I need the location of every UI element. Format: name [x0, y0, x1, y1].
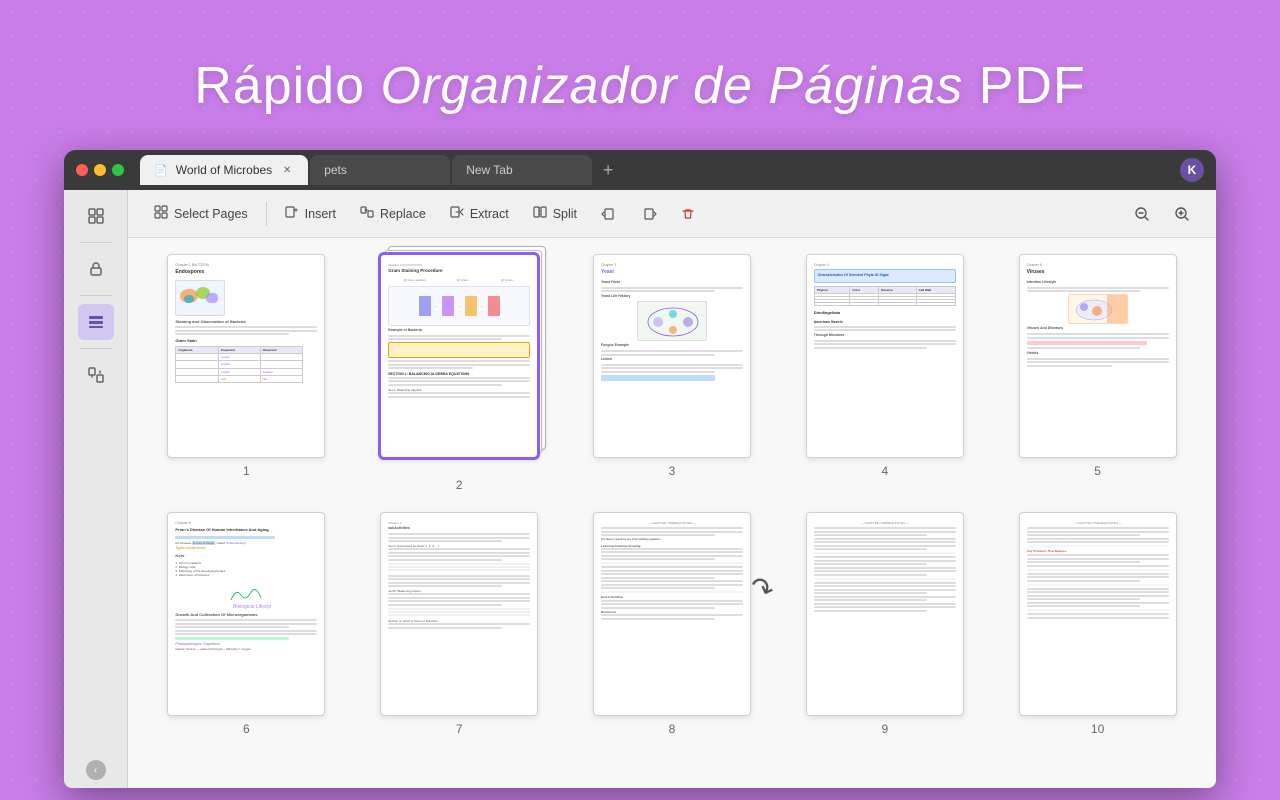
sidebar-icon-lock[interactable] [78, 251, 114, 287]
app-header: Rápido Organizador de Páginas PDF [194, 28, 1086, 134]
tab-label-new: New Tab [466, 163, 512, 177]
select-pages-label: Select Pages [174, 207, 248, 221]
title-em: Organizador de Páginas [380, 57, 963, 115]
page-item-1[interactable]: Chapter 1 BACTERIA Endospores [148, 254, 345, 492]
tab-pets[interactable]: pets [310, 155, 450, 185]
pages-container[interactable]: Chapter 1 BACTERIA Endospores [128, 238, 1216, 788]
page-number-7: 7 [456, 722, 463, 736]
split-button[interactable]: Split [523, 199, 587, 228]
insert-icon [285, 205, 299, 222]
replace-label: Replace [380, 207, 426, 221]
page-number-3: 3 [669, 464, 676, 478]
sidebar-icon-combine[interactable] [78, 357, 114, 393]
rotate-left-button[interactable] [591, 200, 627, 228]
split-label: Split [553, 207, 577, 221]
tab-icon: 📄 [154, 164, 168, 177]
page-item-3[interactable]: Chapter 3 Yeast Yeast Facts Yeast Life H… [574, 254, 771, 492]
extract-label: Extract [470, 207, 509, 221]
browser-tabs: 📄 World of Microbes ✕ pets New Tab + [140, 155, 1172, 185]
extract-button[interactable]: Extract [440, 199, 519, 228]
toolbar: Select Pages Insert [128, 190, 1216, 238]
page-thumb-2[interactable]: Chapter 2 Gram Staining Procedure @ Gram… [380, 254, 538, 458]
user-avatar[interactable]: K [1180, 158, 1204, 182]
page-thumb-9[interactable]: — CHAPTER: PREREQUISITES — [806, 512, 964, 716]
page-thumb-4[interactable]: Chapter 4 Characteristics Of Selected Ph… [806, 254, 964, 458]
page-number-9: 9 [881, 722, 888, 736]
sidebar-divider-2 [80, 295, 112, 296]
tab-label-pets: pets [324, 163, 347, 177]
title-part1: Rápido [194, 57, 365, 115]
split-icon [533, 205, 547, 222]
sidebar-icon-pages[interactable] [78, 198, 114, 234]
page-thumb-6[interactable]: Chapter 6 Prion's Disease Of Human Inher… [167, 512, 325, 716]
traffic-lights [76, 164, 124, 176]
plus-icon: + [603, 160, 614, 181]
tab-new-tab[interactable]: New Tab [452, 155, 592, 185]
page-number-8: 8 [669, 722, 676, 736]
page-thumb-1[interactable]: Chapter 1 BACTERIA Endospores [167, 254, 325, 458]
pages-grid: Chapter 1 BACTERIA Endospores [148, 254, 1196, 736]
title-part2: PDF [979, 57, 1086, 115]
maximize-button[interactable] [112, 164, 124, 176]
page-thumb-5[interactable]: Chapter 5 Viruses Infection Lifestyle [1019, 254, 1177, 458]
new-tab-button[interactable]: + [594, 156, 622, 184]
select-pages-button[interactable]: Select Pages [144, 199, 258, 228]
sidebar-icon-organize[interactable] [78, 304, 114, 340]
page-item-7[interactable]: Chapter 2 subActivities Set A: (expresse… [361, 512, 558, 736]
page-item-5[interactable]: Chapter 5 Viruses Infection Lifestyle [999, 254, 1196, 492]
page-item-9[interactable]: ↷ — CHAPTER: PREREQUISITES — [786, 512, 983, 736]
tab-close-icon[interactable]: ✕ [280, 163, 294, 177]
page-thumb-3[interactable]: Chapter 3 Yeast Yeast Facts Yeast Life H… [593, 254, 751, 458]
page-thumb-8[interactable]: — CHAPTER: PREREQUISITES — The object y … [593, 512, 751, 716]
page-thumb-10[interactable]: — CHAPTER: PREREQUISITES — Any Problems … [1019, 512, 1177, 716]
main-area: Select Pages Insert [128, 190, 1216, 788]
page-item-8[interactable]: — CHAPTER: PREREQUISITES — The object y … [574, 512, 771, 736]
extract-icon [450, 205, 464, 222]
replace-icon [360, 205, 374, 222]
sidebar-divider-1 [80, 242, 112, 243]
page-item-10[interactable]: — CHAPTER: PREREQUISITES — Any Problems … [999, 512, 1196, 736]
tab-world-of-microbes[interactable]: 📄 World of Microbes ✕ [140, 155, 308, 185]
page-number-2: 2 [456, 478, 463, 492]
page-item-6[interactable]: Chapter 6 Prion's Disease Of Human Inher… [148, 512, 345, 736]
close-button[interactable] [76, 164, 88, 176]
page-item-4[interactable]: Chapter 4 Characteristics Of Selected Ph… [786, 254, 983, 492]
page-thumb-7[interactable]: Chapter 2 subActivities Set A: (expresse… [380, 512, 538, 716]
insert-label: Insert [305, 207, 336, 221]
delete-button[interactable] [671, 201, 705, 227]
browser-window: 📄 World of Microbes ✕ pets New Tab + K [64, 150, 1216, 788]
tab-label: World of Microbes [176, 163, 272, 177]
rotate-right-button[interactable] [631, 200, 667, 228]
svg-text:Biological Lifestyle: Biological Lifestyle [233, 604, 271, 610]
app-content: ‹ Select Pages [64, 190, 1216, 788]
zoom-out-button[interactable] [1124, 200, 1160, 228]
sidebar-collapse-button[interactable]: ‹ [86, 760, 106, 780]
replace-button[interactable]: Replace [350, 199, 436, 228]
insert-button[interactable]: Insert [275, 199, 346, 228]
page-item-2[interactable]: Chapter 2 Gram Staining Procedure @ Gram… [361, 254, 558, 492]
zoom-in-button[interactable] [1164, 200, 1200, 228]
sidebar-divider-3 [80, 348, 112, 349]
page-number-6: 6 [243, 722, 250, 736]
page-number-10: 10 [1091, 722, 1104, 736]
titlebar: 📄 World of Microbes ✕ pets New Tab + K [64, 150, 1216, 190]
page-number-1: 1 [243, 464, 250, 478]
page-number-5: 5 [1094, 464, 1101, 478]
select-pages-icon [154, 205, 168, 222]
page-number-4: 4 [881, 464, 888, 478]
minimize-button[interactable] [94, 164, 106, 176]
app-title: Rápido Organizador de Páginas PDF [194, 56, 1086, 116]
sidebar: ‹ [64, 190, 128, 788]
